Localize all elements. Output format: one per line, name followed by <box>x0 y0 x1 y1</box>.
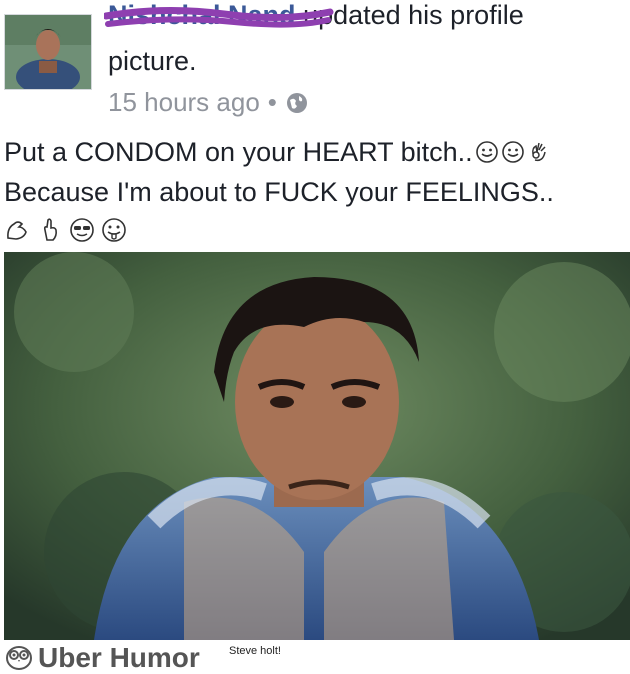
profile-photo-image <box>4 252 630 640</box>
avatar-image <box>5 15 91 89</box>
name-scribble <box>104 6 334 28</box>
caption-line-1: Put a CONDOM on your HEART bitch.. <box>4 132 624 172</box>
ok-hand-emoji-icon <box>531 142 546 162</box>
author-name[interactable]: Nishchal Nand <box>104 0 334 30</box>
meta-separator: • <box>267 87 277 117</box>
tongue-out-emoji-icon <box>102 218 126 242</box>
post-timestamp[interactable]: 15 hours ago <box>108 87 260 118</box>
caption-line-1-text: Put a CONDOM on your HEART bitch.. <box>4 137 473 167</box>
smiley-emoji-icon <box>475 141 498 163</box>
credit-text: Steve holt! <box>229 645 281 657</box>
sunglasses-emoji-icon <box>70 218 94 242</box>
facebook-post: Nishchal Nand updated his profile pictur… <box>0 0 630 640</box>
post-header: Nishchal Nand updated his profile <box>104 0 618 30</box>
watermark-footer: Uber Humor Steve holt! <box>0 640 630 673</box>
profile-picture-photo[interactable] <box>4 252 630 640</box>
author-avatar[interactable] <box>4 14 92 90</box>
post-meta: 15 hours ago • <box>108 87 309 118</box>
brand-name: Uber Humor <box>38 642 200 673</box>
post-action-continued: picture. <box>108 46 197 76</box>
hand-pointing-emoji-icon <box>43 218 57 241</box>
flexed-biceps-emoji-icon <box>7 221 27 240</box>
post-action: updated his profile <box>303 0 524 30</box>
uber-humor-owl-logo-icon <box>6 646 32 670</box>
caption-line-2-text: Because I'm about to FUCK your FEELINGS.… <box>4 177 554 207</box>
caption-line-2: Because I'm about to FUCK your FEELINGS.… <box>4 172 624 212</box>
post-caption: Put a CONDOM on your HEART bitch.. Becau… <box>4 132 624 212</box>
caption-emoji-row <box>4 216 128 244</box>
globe-icon[interactable] <box>285 91 309 115</box>
smiley-emoji-icon <box>501 141 524 163</box>
